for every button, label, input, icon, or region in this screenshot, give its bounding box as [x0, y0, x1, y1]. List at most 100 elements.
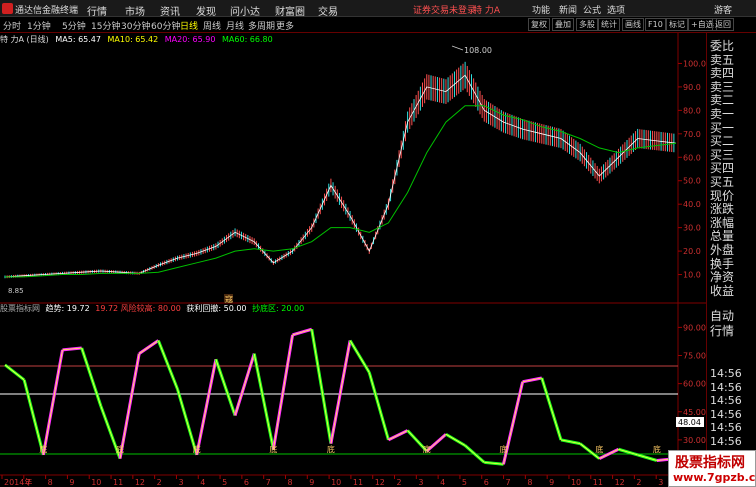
date-tick-label: 12: [135, 478, 145, 487]
date-tick-label: 8: [287, 478, 292, 487]
bottom-signal-label: 底: [595, 444, 603, 454]
date-tick-label: 2: [157, 478, 162, 487]
guest-user[interactable]: 游客: [714, 3, 732, 16]
watermark-logo: 股票指标网 www.7gpzb.com: [668, 450, 756, 487]
price-tick-label: 30.0: [683, 224, 701, 233]
date-tick-label: 7: [26, 478, 31, 487]
trend-core-segment: [311, 329, 332, 444]
tick-time: 14:56: [710, 367, 742, 380]
date-tick-label: 11: [593, 478, 603, 487]
tick-time: 14:56: [710, 434, 742, 448]
date-tick-label: 10: [91, 478, 101, 487]
trend-core-segment: [234, 353, 255, 416]
indicator-header: 股票指标网 趋势: 19.72 19.72 风险较高: 80.00 获利回撤: …: [0, 303, 307, 315]
trend-core-segment: [23, 379, 44, 455]
low-price-label: 8.85: [8, 287, 24, 295]
trend-core-segment: [637, 454, 657, 461]
date-tick-label: 11: [353, 478, 363, 487]
indicator-tick-label: 60.00: [683, 380, 706, 389]
trend-core-segment: [368, 372, 389, 440]
date-tick-label: 5: [462, 478, 467, 487]
trend-core-segment: [4, 364, 25, 381]
trend-label: 趋势: 19.72: [45, 304, 90, 313]
trend-core-segment: [119, 353, 140, 459]
trend-core-segment: [253, 353, 274, 450]
watermark-url: www.7gpzb.com: [673, 471, 756, 484]
bottom-signal-label: 底: [39, 444, 47, 454]
trend-core-segment: [196, 359, 217, 455]
indicator-tick-label: 75.00: [683, 352, 706, 361]
price-bars: [4, 61, 675, 279]
trend-core-segment: [81, 347, 102, 407]
bottom-signal-label: 底: [269, 444, 277, 454]
bottom-signal-label: 底: [327, 444, 335, 454]
date-tick-label: 5: [222, 478, 227, 487]
date-tick-label: 6: [244, 478, 249, 487]
date-tick-label: 9: [309, 478, 314, 487]
series-line-ma60: [5, 105, 677, 278]
bottom-signal-label: 底: [423, 444, 431, 454]
chart-canvas[interactable]: 10.0 20.0 30.0 40.0 50.0 60.0 70.0 80.0 90.0 100.…: [0, 0, 706, 487]
ma5-label: MA5: 65.47: [55, 35, 101, 44]
date-tick-label: 2: [397, 478, 402, 487]
date-tick-label: 9: [549, 478, 554, 487]
date-tick-label: 11: [113, 478, 123, 487]
tick-time: 14:56: [710, 380, 742, 394]
bottom-signal-marks: 底底底底底底底底底: [39, 444, 660, 454]
ma20-label: MA20: 65.90: [164, 35, 216, 44]
risk-label: 19.72 风险较高: 80.00: [95, 304, 181, 313]
price-tick-label: 40.0: [683, 200, 701, 209]
trend-core-segment: [330, 340, 351, 444]
date-tick-label: 7: [266, 478, 271, 487]
price-tick-label: 20.0: [683, 247, 701, 256]
trend-core-segment: [445, 433, 466, 446]
series-line-ma5: [4, 74, 677, 278]
price-tick-label: 80.0: [683, 106, 701, 115]
main-chart-header: 特 力A (日线) MA5: 65.47 MA10: 65.42 MA20: 6…: [0, 34, 277, 46]
date-tick-label: 2: [636, 478, 641, 487]
trend-core-segment: [273, 334, 293, 450]
trend-core-segment: [157, 340, 178, 390]
retrace-label: 获利回撤: 50.00: [186, 304, 247, 313]
trend-core-segment: [349, 340, 370, 373]
trend-core-segment: [138, 340, 159, 354]
date-tick-label: 10: [331, 478, 341, 487]
date-tick-label: 9: [69, 478, 74, 487]
date-tick-label: 3: [418, 478, 423, 487]
moving-average-lines: [4, 74, 677, 278]
quote-side-panel: 委比 卖五 卖四 卖三 卖二 卖一 买一 买二 买三 买四 买五 现价 涨跌 涨幅 总量 外盘 换手 净资 收益 自动…: [706, 33, 756, 487]
date-tick-label: 12: [615, 478, 625, 487]
date-tick-label: 4: [440, 478, 445, 487]
tick-time: 14:56: [710, 407, 742, 421]
date-tick-label: 4: [200, 478, 205, 487]
bottom-signal-label: 底: [499, 444, 507, 454]
date-tick-label: 7: [506, 478, 511, 487]
back-button[interactable]: 返回: [712, 18, 734, 31]
bottom-signal-label: 底: [116, 444, 124, 454]
bottom-zone-label: 抄底区: 20.00: [252, 304, 305, 313]
indicator-tick-label: 90.00: [683, 323, 706, 332]
price-tick-label: 100.0: [683, 59, 706, 68]
indicator-tick-label: 30.00: [683, 436, 706, 445]
current-value: 48.04: [678, 418, 701, 427]
date-tick-label: 8: [48, 478, 53, 487]
watermark-title: 股票指标网: [675, 455, 745, 471]
ma10-label: MA10: 65.42: [107, 35, 159, 44]
panel-tab[interactable]: 行情: [710, 322, 734, 339]
bottom-signal-label: 底: [653, 444, 661, 454]
indicator-title[interactable]: 股票指标网: [0, 304, 40, 313]
bottom-signal-label: 底: [193, 444, 201, 454]
date-x-axis: 2014年7 8 9 10 11 12 2 3 4 5 6 7 8 9 10 11 12 2 3 4 5 6 7 8 9 10 11…: [1, 475, 663, 487]
trend-core-segment: [388, 430, 408, 441]
stock-period-label: 特 力A (日线): [0, 35, 49, 44]
date-tick-label: 12: [375, 478, 385, 487]
price-tick-label: 70.0: [683, 130, 701, 139]
price-tick-label: 10.0: [683, 271, 701, 280]
date-tick-label: 3: [178, 478, 183, 487]
trend-core-segment: [292, 328, 312, 336]
high-price-label: 108.00: [464, 46, 492, 55]
price-y-axis: 10.0 20.0 30.0 40.0 50.0 60.0 70.0 80.0 90.0 100.…: [678, 59, 706, 280]
tick-time: 14:56: [710, 421, 742, 434]
trend-core-segment: [215, 359, 236, 416]
price-tick-label: 60.0: [683, 153, 701, 162]
